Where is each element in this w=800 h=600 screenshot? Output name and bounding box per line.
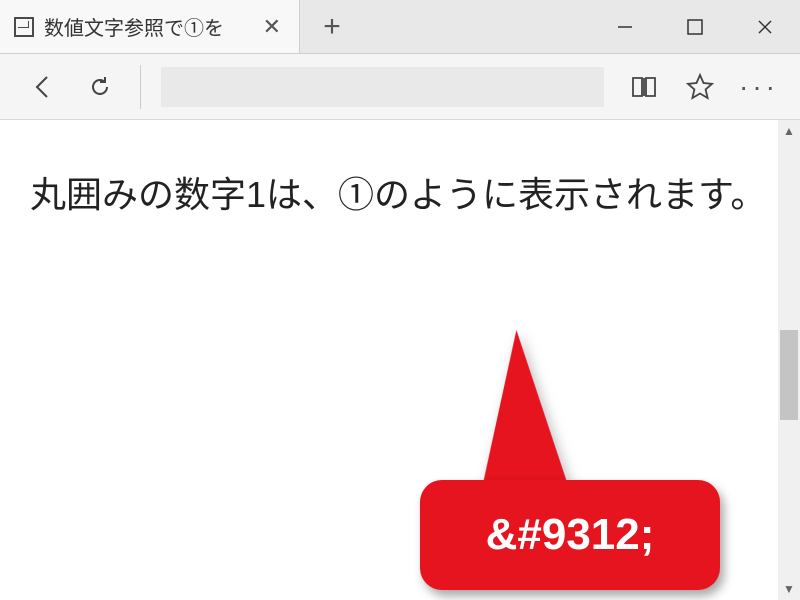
content-area: 丸囲みの数字1は、①のように表示されます。 ▲ ▼ &#9312; bbox=[0, 120, 800, 600]
maximize-button[interactable] bbox=[660, 0, 730, 53]
annotation-callout: &#9312; bbox=[420, 480, 720, 590]
new-tab-button[interactable]: + bbox=[300, 0, 364, 53]
minimize-button[interactable] bbox=[590, 0, 660, 53]
address-bar[interactable] bbox=[161, 67, 604, 107]
close-window-button[interactable] bbox=[730, 0, 800, 53]
browser-tab[interactable]: 数値文字参照で①を ✕ bbox=[0, 0, 300, 53]
scroll-up-arrow[interactable]: ▲ bbox=[778, 120, 800, 142]
titlebar: 数値文字参照で①を ✕ + bbox=[0, 0, 800, 54]
toolbar-separator bbox=[140, 65, 141, 109]
refresh-button[interactable] bbox=[76, 63, 124, 111]
scroll-down-arrow[interactable]: ▼ bbox=[778, 578, 800, 600]
favorites-button[interactable] bbox=[676, 63, 724, 111]
toolbar: ··· bbox=[0, 54, 800, 120]
page-body-text: 丸囲みの数字1は、①のように表示されます。 bbox=[0, 120, 800, 269]
vertical-scrollbar[interactable]: ▲ ▼ bbox=[778, 120, 800, 600]
page-icon bbox=[14, 17, 34, 37]
callout-code-text: &#9312; bbox=[486, 510, 655, 560]
reading-view-button[interactable] bbox=[620, 63, 668, 111]
tab-title: 数値文字参照で①を bbox=[44, 12, 249, 41]
close-tab-icon[interactable]: ✕ bbox=[259, 16, 285, 38]
titlebar-spacer bbox=[364, 0, 590, 53]
scroll-thumb[interactable] bbox=[780, 330, 798, 420]
back-button[interactable] bbox=[20, 63, 68, 111]
callout-pointer bbox=[482, 330, 587, 490]
more-button[interactable]: ··· bbox=[732, 63, 780, 111]
